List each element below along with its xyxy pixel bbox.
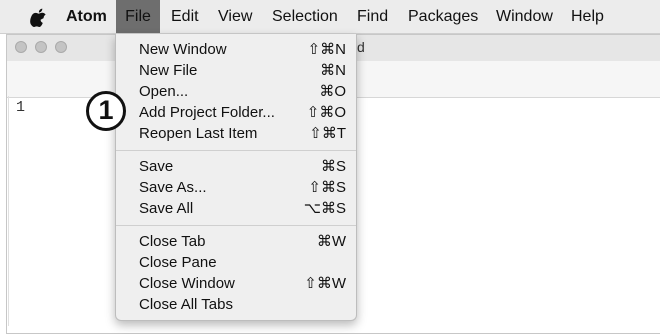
menu-file[interactable]: File bbox=[116, 0, 160, 33]
menu-item-label: New File bbox=[139, 62, 198, 79]
zoom-window-icon[interactable] bbox=[55, 41, 67, 53]
menu-item-label: New Window bbox=[139, 41, 227, 58]
menu-item-new-file[interactable]: New File ⌘N bbox=[116, 60, 356, 81]
minimize-window-icon[interactable] bbox=[35, 41, 47, 53]
close-window-icon[interactable] bbox=[15, 41, 27, 53]
line-number: 1 bbox=[16, 99, 26, 116]
menu-item-save-as[interactable]: Save As... ⇧⌘S bbox=[116, 177, 356, 198]
menu-item-shortcut: ⇧⌘O bbox=[306, 104, 346, 121]
menu-selection[interactable]: Selection bbox=[272, 0, 338, 33]
menu-item-shortcut: ⌥⌘S bbox=[303, 200, 346, 217]
menu-item-shortcut: ⌘W bbox=[316, 233, 346, 250]
menu-separator bbox=[116, 225, 356, 226]
menu-item-shortcut: ⌘S bbox=[320, 158, 346, 175]
menu-item-shortcut: ⇧⌘S bbox=[308, 179, 346, 196]
menu-item-label: Reopen Last Item bbox=[139, 125, 258, 142]
menu-item-label: Save As... bbox=[139, 179, 207, 196]
menu-item-open[interactable]: Open... ⌘O bbox=[116, 81, 356, 102]
menu-item-add-project-folder[interactable]: Add Project Folder... ⇧⌘O bbox=[116, 102, 356, 123]
menu-item-label: Close Pane bbox=[139, 254, 217, 271]
menu-item-close-pane[interactable]: Close Pane bbox=[116, 252, 356, 273]
menu-item-shortcut: ⇧⌘N bbox=[307, 41, 346, 58]
menu-window[interactable]: Window bbox=[496, 0, 553, 33]
menu-item-save-all[interactable]: Save All ⌥⌘S bbox=[116, 198, 356, 219]
menu-item-shortcut: ⌘N bbox=[320, 62, 346, 79]
file-menu-dropdown: New Window ⇧⌘N New File ⌘N Open... ⌘O Ad… bbox=[115, 34, 357, 321]
menu-item-label: Close Window bbox=[139, 275, 235, 292]
menu-item-save[interactable]: Save ⌘S bbox=[116, 156, 356, 177]
menu-item-label: Close Tab bbox=[139, 233, 206, 250]
menu-item-label: Close All Tabs bbox=[139, 296, 233, 313]
app-menu-atom[interactable]: Atom bbox=[66, 0, 107, 33]
menu-find[interactable]: Find bbox=[357, 0, 388, 33]
menu-separator bbox=[116, 150, 356, 151]
menu-item-shortcut: ⌘O bbox=[319, 83, 346, 100]
menu-item-label: Save All bbox=[139, 200, 194, 217]
menu-item-reopen-last-item[interactable]: Reopen Last Item ⇧⌘T bbox=[116, 123, 356, 144]
menu-help[interactable]: Help bbox=[571, 0, 604, 33]
apple-logo-icon bbox=[30, 8, 46, 27]
gutter-divider bbox=[8, 96, 9, 326]
menu-item-shortcut: ⇧⌘T bbox=[309, 125, 346, 142]
menu-item-close-all-tabs[interactable]: Close All Tabs bbox=[116, 294, 356, 315]
menu-item-label: Save bbox=[139, 158, 174, 175]
menu-edit[interactable]: Edit bbox=[171, 0, 199, 33]
menu-bar: Atom File Edit View Selection Find Packa… bbox=[0, 0, 660, 34]
menu-item-label: Add Project Folder... bbox=[139, 104, 275, 121]
menu-item-shortcut: ⇧⌘W bbox=[304, 275, 346, 292]
menu-item-close-window[interactable]: Close Window ⇧⌘W bbox=[116, 273, 356, 294]
menu-view[interactable]: View bbox=[218, 0, 252, 33]
menu-packages[interactable]: Packages bbox=[408, 0, 478, 33]
menu-item-close-tab[interactable]: Close Tab ⌘W bbox=[116, 231, 356, 252]
step-callout-badge: 1 bbox=[86, 91, 126, 131]
menu-item-new-window[interactable]: New Window ⇧⌘N bbox=[116, 39, 356, 60]
window-title: d bbox=[357, 39, 365, 55]
apple-menu-icon[interactable] bbox=[28, 0, 50, 33]
menu-item-label: Open... bbox=[139, 83, 189, 100]
